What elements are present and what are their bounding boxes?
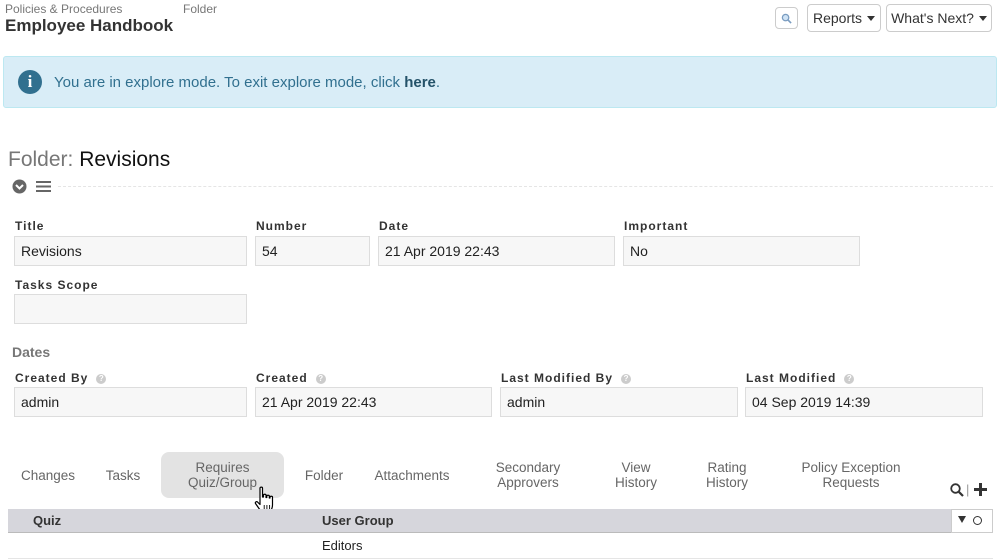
menu-icon[interactable] (36, 180, 51, 193)
whats-next-label: What's Next? (891, 10, 974, 26)
tab-policy-exception-requests[interactable]: Policy Exception Requests (785, 452, 917, 498)
circle-option-icon[interactable] (973, 516, 982, 525)
last-modified-by-label: Last Modified By? (501, 371, 632, 385)
column-header-quiz[interactable]: Quiz (33, 513, 61, 528)
help-icon[interactable]: ? (315, 373, 326, 384)
reports-button[interactable]: Reports (807, 4, 881, 32)
tasks-scope-field[interactable] (14, 294, 247, 324)
column-header-user-group[interactable]: User Group (322, 513, 394, 528)
alert-text: You are in explore mode. To exit explore… (54, 74, 440, 91)
add-icon[interactable] (974, 483, 987, 496)
created-field[interactable]: 21 Apr 2019 22:43 (255, 387, 492, 417)
info-icon: i (18, 70, 42, 94)
heading-divider (58, 186, 993, 187)
breadcrumb-type: Folder (183, 2, 218, 16)
explore-mode-alert: i You are in explore mode. To exit explo… (3, 56, 997, 108)
search-button[interactable] (775, 7, 798, 29)
tab-changes[interactable]: Changes (12, 452, 84, 498)
chevron-down-icon (978, 15, 987, 21)
reports-label: Reports (812, 10, 863, 26)
folder-heading: Folder: Revisions (8, 148, 170, 172)
table-row[interactable]: Editors (8, 533, 993, 559)
date-label: Date (379, 219, 410, 233)
folder-label: Folder: (8, 148, 74, 171)
last-modified-label-text: Last Modified (746, 371, 837, 385)
collapse-toggle-icon[interactable] (12, 179, 27, 194)
grid-header: Quiz User Group (8, 509, 951, 533)
created-by-label-text: Created By (15, 371, 89, 385)
search-icon[interactable] (950, 483, 964, 497)
tab-tasks[interactable]: Tasks (95, 452, 151, 498)
tool-divider: | (966, 482, 970, 497)
important-label: Important (624, 219, 689, 233)
exit-explore-link[interactable]: here (404, 74, 436, 91)
last-modified-by-label-text: Last Modified By (501, 371, 614, 385)
important-field[interactable]: No (623, 236, 860, 266)
table-cell: Editors (322, 538, 363, 553)
tab-attachments[interactable]: Attachments (365, 452, 459, 498)
tab-secondary-approvers[interactable]: Secondary Approvers (478, 452, 578, 498)
title-field[interactable]: Revisions (14, 236, 247, 266)
tab-folder[interactable]: Folder (295, 452, 353, 498)
breadcrumb-parent[interactable]: Policies & Procedures (5, 2, 122, 16)
created-by-field[interactable]: admin (14, 387, 247, 417)
chevron-down-icon (867, 15, 876, 21)
tab-rating-history[interactable]: Rating History (688, 452, 766, 498)
help-icon[interactable]: ? (844, 373, 855, 384)
created-by-label: Created By? (15, 371, 107, 385)
chevron-down-icon[interactable] (958, 516, 966, 523)
number-field[interactable]: 54 (255, 236, 370, 266)
dates-section-title: Dates (12, 344, 51, 360)
title-label: Title (15, 219, 45, 233)
last-modified-label: Last Modified? (746, 371, 855, 385)
search-icon (781, 13, 792, 24)
last-modified-by-field[interactable]: admin (500, 387, 738, 417)
help-icon[interactable]: ? (96, 373, 107, 384)
alert-message: You are in explore mode. To exit explore… (54, 74, 405, 91)
tasks-scope-label: Tasks Scope (15, 278, 99, 292)
whats-next-button[interactable]: What's Next? (886, 4, 992, 32)
alert-punctuation: . (435, 74, 441, 91)
page-title: Employee Handbook (5, 16, 174, 35)
created-label-text: Created (256, 371, 308, 385)
last-modified-field[interactable]: 04 Sep 2019 14:39 (745, 387, 983, 417)
help-icon[interactable]: ? (621, 373, 632, 384)
grid-header-tools (951, 509, 993, 533)
tab-view-history[interactable]: View History (596, 452, 676, 498)
created-label: Created? (256, 371, 326, 385)
number-label: Number (256, 219, 308, 233)
date-field[interactable]: 21 Apr 2019 22:43 (378, 236, 615, 266)
folder-name: Revisions (79, 148, 171, 171)
